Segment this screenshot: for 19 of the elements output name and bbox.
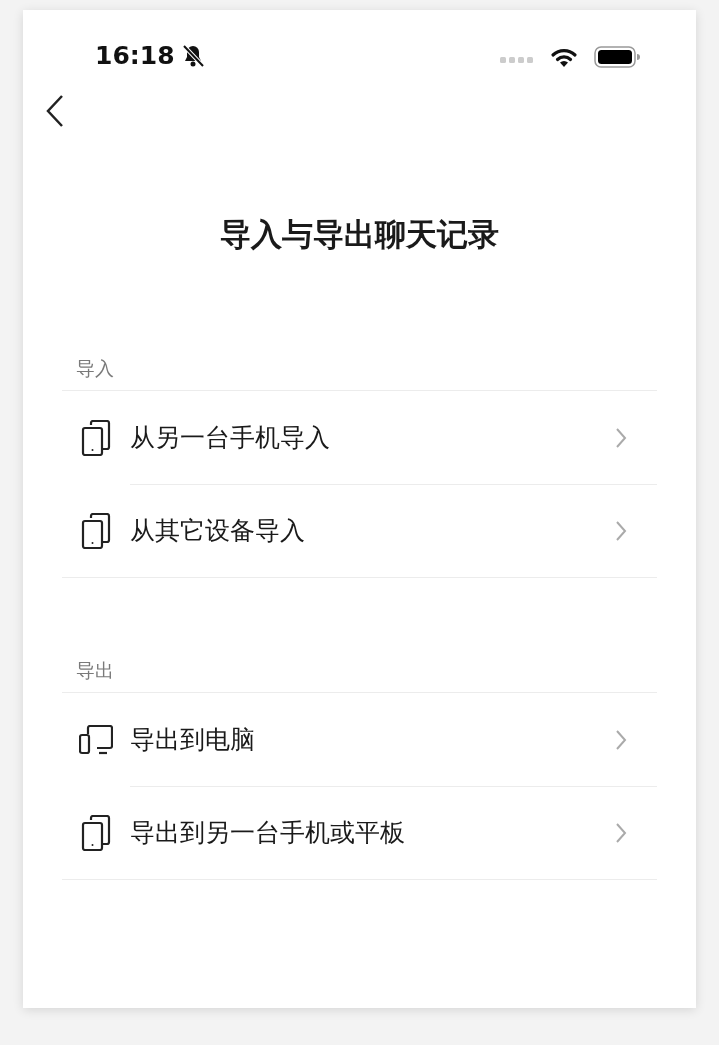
menu-item[interactable]: 从其它设备导入	[62, 484, 657, 577]
page-title: 导入与导出聊天记录	[220, 215, 499, 254]
wifi-icon	[550, 46, 578, 68]
chevron-icon	[615, 426, 627, 449]
chevron-icon	[615, 728, 627, 751]
menu-item[interactable]: 从另一台手机导入	[62, 391, 657, 484]
computer-icon	[79, 724, 113, 755]
status-time: 16:18	[95, 43, 175, 68]
menu-item[interactable]: 导出到另一台手机或平板	[62, 786, 657, 879]
phone-icon	[81, 419, 111, 456]
section-label: 导入	[75, 356, 115, 381]
menu-item[interactable]: 导出到电脑	[62, 693, 657, 786]
phone-icon	[81, 512, 111, 549]
signal-dots-icon	[500, 56, 534, 64]
chevron-icon	[615, 519, 627, 542]
battery-icon	[594, 46, 640, 68]
chevron-icon	[615, 821, 627, 844]
phone-icon	[81, 814, 111, 851]
section-label: 导出	[75, 658, 115, 683]
